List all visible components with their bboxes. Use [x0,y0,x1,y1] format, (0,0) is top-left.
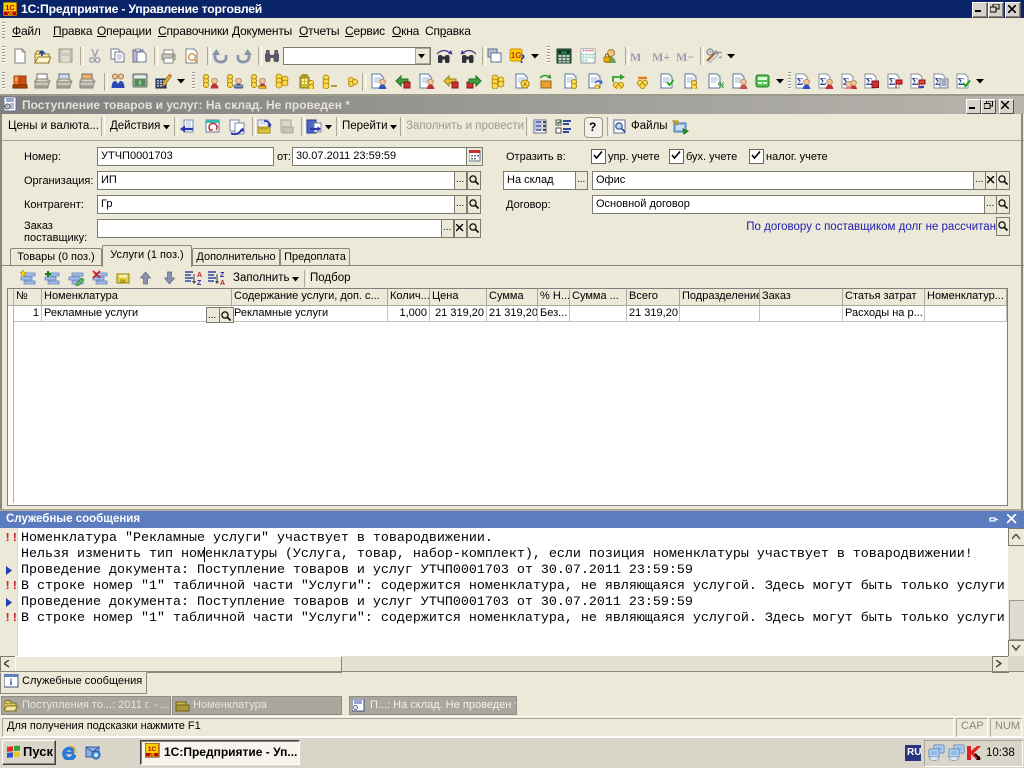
svg-text:1C: 1C [5,3,15,12]
svg-text:Σ: Σ [889,77,896,88]
svg-text:v8: v8 [7,11,13,16]
svg-text:$: $ [139,81,142,87]
svg-text:OK: OK [120,279,127,284]
svg-text:A: A [523,83,527,89]
svg-text:Z: Z [197,280,202,286]
svg-text:Z: Z [220,272,225,279]
svg-text:Σ: Σ [797,77,804,88]
svg-text:A: A [197,272,202,279]
svg-text:Σ: Σ [820,77,827,88]
svg-text:v8: v8 [149,752,155,757]
svg-text:A: A [220,280,225,286]
svg-text:?: ? [519,51,526,64]
svg-text:Σ: Σ [912,77,919,88]
svg-text:%: % [718,81,724,89]
